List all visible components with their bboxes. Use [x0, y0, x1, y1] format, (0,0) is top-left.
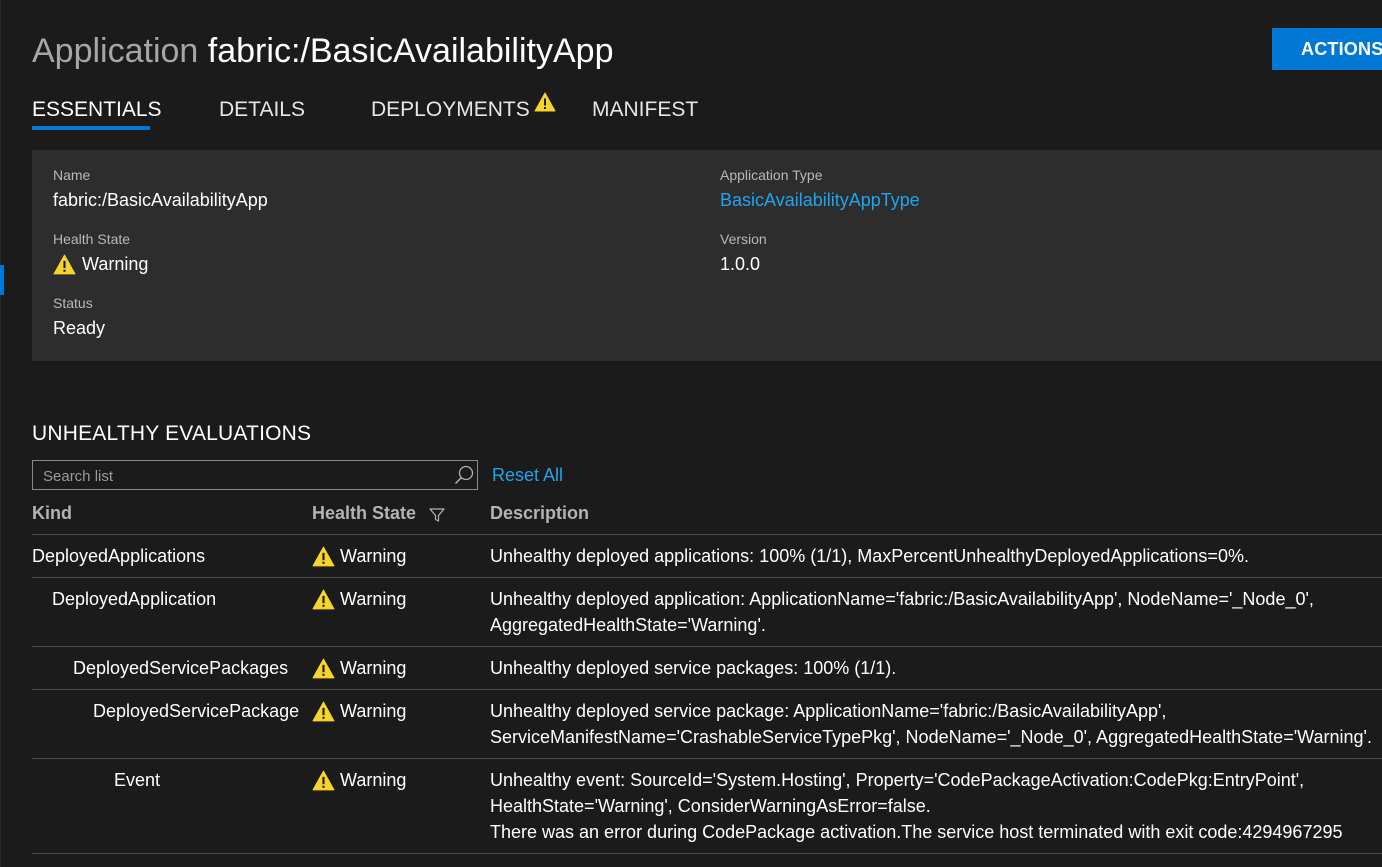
health-text: Warning	[340, 546, 407, 566]
table-row-health: Warning	[312, 586, 406, 612]
tab-essentials[interactable]: ESSENTIALS	[32, 96, 162, 124]
table-row-description-line: AggregatedHealthState='Warning'.	[490, 615, 766, 635]
warning-icon	[312, 770, 335, 790]
health-text: Warning	[340, 658, 407, 678]
table-row-kind: DeployedApplications	[32, 546, 206, 566]
version-label: Version	[720, 231, 767, 247]
warning-icon	[312, 546, 335, 566]
health-state-label: Health State	[53, 231, 131, 247]
table-row-description-line: ServiceManifestName='CrashableServiceTyp…	[490, 727, 1372, 747]
table-row-health: Warning	[312, 767, 406, 793]
table-row-kind: DeployedApplication	[52, 589, 217, 609]
reset-all-link[interactable]: Reset All	[492, 465, 563, 486]
table-row-description-line: Unhealthy deployed service package: Appl…	[490, 701, 1167, 721]
table-row-health: Warning	[312, 698, 406, 724]
table-row-description-line: Unhealthy deployed service packages: 100…	[490, 658, 897, 678]
table-row-description-line: There was an error during CodePackage ac…	[490, 822, 1343, 842]
search-icon[interactable]	[453, 464, 475, 486]
name-value: fabric:/BasicAvailabilityApp	[53, 190, 268, 210]
search-input[interactable]	[33, 461, 455, 491]
column-header-health-state[interactable]: Health State	[312, 503, 416, 524]
version-value: 1.0.0	[720, 254, 761, 274]
warning-icon	[312, 589, 335, 609]
table-row-description-line: Unhealthy deployed applications: 100% (1…	[490, 546, 1249, 566]
actions-button[interactable]: ACTIONS	[1272, 28, 1382, 70]
unhealthy-evaluations-heading: UNHEALTHY EVALUATIONS	[32, 422, 312, 445]
table-divider	[32, 689, 1382, 690]
search-list-box	[32, 460, 478, 491]
page-title: Application fabric:/BasicAvailabilityApp	[32, 30, 613, 72]
table-row-kind: DeployedServicePackage	[93, 701, 300, 721]
warning-icon	[312, 701, 335, 721]
page-title-kind: Application	[32, 32, 199, 70]
table-row-description-line: HealthState='Warning', ConsiderWarningAs…	[490, 796, 931, 816]
health-state-text: Warning	[82, 254, 149, 274]
health-text: Warning	[340, 701, 407, 721]
table-row-description-line: Unhealthy deployed application: Applicat…	[490, 589, 1314, 609]
table-row-description-line: Unhealthy event: SourceId='System.Hostin…	[490, 770, 1305, 790]
tab-deployments[interactable]: DEPLOYMENTS	[371, 92, 556, 124]
status-label: Status	[53, 295, 93, 311]
warning-icon	[534, 92, 556, 112]
table-row-kind: DeployedServicePackages	[73, 658, 289, 678]
application-type-link[interactable]: BasicAvailabilityAppType	[720, 190, 920, 211]
health-text: Warning	[340, 589, 407, 609]
warning-icon	[312, 658, 335, 678]
warning-icon	[53, 254, 76, 275]
table-row-health: Warning	[312, 543, 406, 569]
status-value: Ready	[53, 318, 106, 338]
health-state-value: Warning	[53, 254, 148, 275]
table-row-kind: Event	[114, 770, 161, 790]
essentials-panel: Name fabric:/BasicAvailabilityApp Health…	[32, 150, 1382, 361]
column-header-kind[interactable]: Kind	[32, 503, 72, 524]
tab-essentials-underline	[32, 126, 150, 130]
column-header-description[interactable]: Description	[490, 503, 589, 524]
table-divider	[32, 646, 1382, 647]
table-divider	[32, 853, 1382, 854]
left-nav-border	[0, 0, 1, 867]
tab-manifest[interactable]: MANIFEST	[592, 96, 698, 124]
application-type-label: Application Type	[720, 167, 823, 183]
name-label: Name	[53, 167, 91, 183]
table-row-health: Warning	[312, 655, 406, 681]
filter-icon[interactable]	[429, 507, 445, 523]
table-divider	[32, 577, 1382, 578]
left-nav-selection-indicator[interactable]	[0, 265, 4, 295]
tab-deployments-label: DEPLOYMENTS	[371, 98, 530, 121]
page-title-name: fabric:/BasicAvailabilityApp	[207, 32, 614, 70]
table-divider	[32, 758, 1382, 759]
table-divider	[32, 534, 1382, 535]
tab-details[interactable]: DETAILS	[219, 96, 305, 124]
health-text: Warning	[340, 770, 407, 790]
